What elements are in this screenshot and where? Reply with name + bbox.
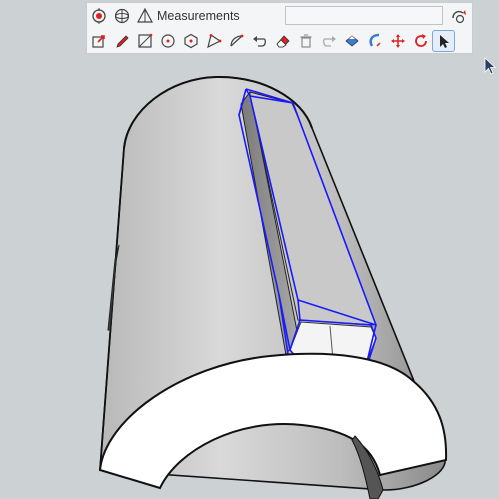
circle-icon[interactable] xyxy=(156,30,179,52)
tape-measure-icon[interactable] xyxy=(133,5,156,27)
redo-icon[interactable] xyxy=(317,30,340,52)
toolbar-row-2 xyxy=(87,29,455,53)
measurements-input[interactable] xyxy=(285,6,443,25)
paint-bucket-icon[interactable] xyxy=(340,30,363,52)
mouse-cursor-icon xyxy=(484,57,497,75)
model-canvas[interactable] xyxy=(0,0,499,499)
measurements-label: Measurements xyxy=(157,9,240,23)
pencil-icon[interactable] xyxy=(110,30,133,52)
trash-icon[interactable] xyxy=(294,30,317,52)
offset-icon[interactable] xyxy=(202,30,225,52)
arc-icon[interactable] xyxy=(225,30,248,52)
push-pull-select-icon[interactable] xyxy=(87,30,110,52)
eraser-icon[interactable] xyxy=(271,30,294,52)
toolbar: Measurements xyxy=(86,2,473,54)
move-icon[interactable] xyxy=(386,30,409,52)
rotate-icon[interactable] xyxy=(409,30,432,52)
rectangle-icon[interactable] xyxy=(133,30,156,52)
select-icon[interactable] xyxy=(87,5,110,27)
3d-viewport[interactable] xyxy=(0,0,499,499)
orbit-icon[interactable] xyxy=(110,5,133,27)
follow-me-icon[interactable] xyxy=(363,30,386,52)
polygon-icon[interactable] xyxy=(179,30,202,52)
select-arrow-icon[interactable] xyxy=(432,30,455,52)
toolbar-row-1: Measurements xyxy=(87,4,240,28)
instructor-icon[interactable] xyxy=(447,5,470,27)
undo-icon[interactable] xyxy=(248,30,271,52)
